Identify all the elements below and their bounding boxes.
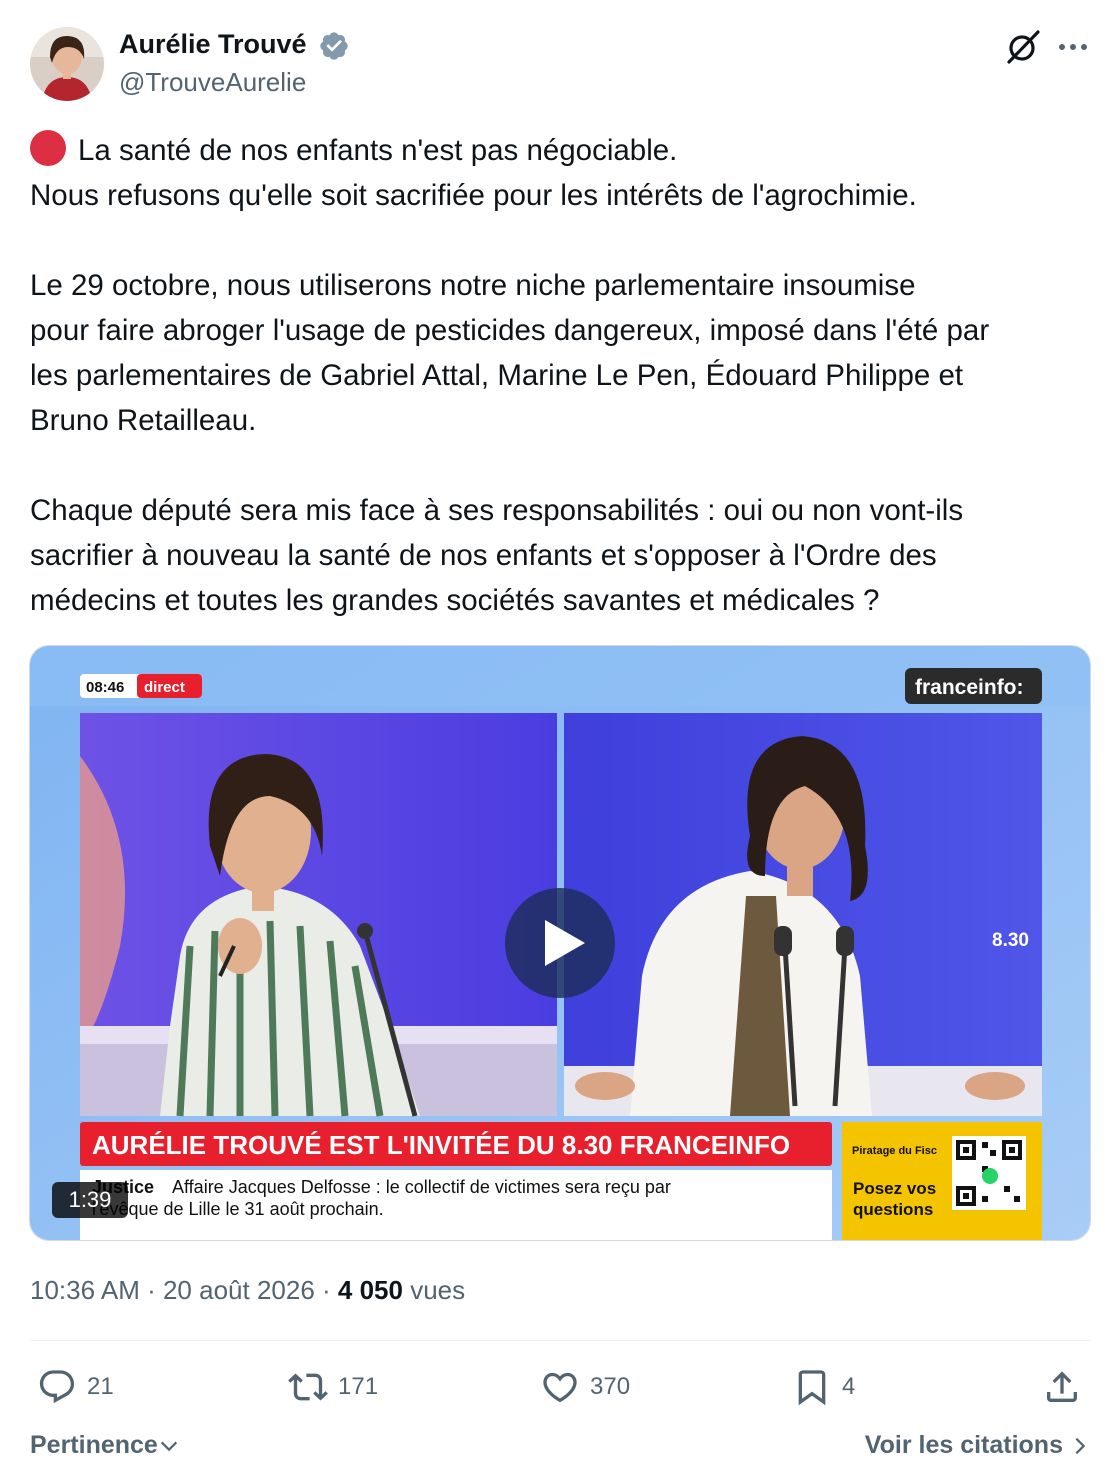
separator: · <box>139 1275 163 1305</box>
quotes-label: Voir les citations <box>864 1431 1063 1459</box>
like-count: 370 <box>590 1373 631 1400</box>
reply-count: 21 <box>87 1373 114 1400</box>
reply-icon <box>39 1370 75 1404</box>
bookmark-count: 4 <box>842 1373 856 1400</box>
sort-dropdown[interactable]: Pertinence <box>30 1431 180 1460</box>
heart-icon <box>543 1372 577 1403</box>
program-label: 8.30 <box>992 930 1029 951</box>
grok-icon[interactable] <box>1004 28 1042 66</box>
video-banner: AURÉLIE TROUVÉ EST L'INVITÉE DU 8.30 FRA… <box>92 1130 790 1160</box>
share-icon <box>1047 1371 1077 1402</box>
tweet-line-text: La santé de nos enfants n'est pas négoci… <box>78 134 678 167</box>
tweet-line: Nous refusons qu'elle soit sacrifiée pou… <box>30 179 917 212</box>
play-icon <box>545 920 585 966</box>
chevron-down-icon <box>160 1441 177 1451</box>
video-duration: 1:39 <box>52 1182 128 1218</box>
tweet-meta: 10:36 AM · 20 août 2026 · 4 050 vues <box>30 1275 465 1306</box>
promo-text-1: Posez vos <box>853 1179 936 1198</box>
red-circle-icon <box>30 130 66 166</box>
divider <box>30 1340 1091 1341</box>
video-live-label: direct <box>144 679 185 696</box>
tweet-time[interactable]: 10:36 AM <box>30 1275 140 1305</box>
reply-button[interactable]: 21 <box>37 1366 114 1408</box>
views-label: vues <box>402 1275 466 1305</box>
chevron-right-icon <box>1075 1437 1086 1454</box>
like-button[interactable]: 370 <box>540 1366 630 1408</box>
ticker-line-1: Affaire Jacques Delfosse : le collectif … <box>172 1177 671 1197</box>
share-button[interactable] <box>1042 1366 1082 1408</box>
more-options-icon[interactable] <box>1056 33 1090 61</box>
promo-text-2: questions <box>853 1200 933 1219</box>
views-count: 4 050 <box>337 1275 403 1305</box>
author-name[interactable]: Aurélie Trouvé <box>119 29 307 60</box>
tweet-line: pour faire abroger l'usage de pesticides… <box>30 314 990 347</box>
verified-badge-icon <box>318 30 350 62</box>
separator: · <box>314 1275 338 1305</box>
tweet-line: La santé de nos enfants n'est pas négoci… <box>30 128 1095 173</box>
channel-logo: franceinfo: <box>915 676 1024 699</box>
tweet-line: Le 29 octobre, nous utiliserons notre ni… <box>30 269 916 302</box>
bookmark-icon <box>798 1370 826 1406</box>
author-handle[interactable]: @TrouveAurelie <box>119 67 306 98</box>
promo-small-text: Piratage du Fisc <box>852 1145 937 1157</box>
repost-icon <box>288 1373 328 1401</box>
sort-label: Pertinence <box>30 1431 158 1459</box>
tweet-text: La santé de nos enfants n'est pas négoci… <box>30 128 1095 623</box>
video-time: 08:46 <box>86 679 124 696</box>
avatar[interactable] <box>30 27 104 101</box>
play-button[interactable] <box>505 888 615 998</box>
ticker-line-2: l'évêque de Lille le 31 août prochain. <box>92 1199 384 1219</box>
view-quotes-link[interactable]: Voir les citations <box>865 1431 1091 1460</box>
qr-code-icon <box>952 1136 1026 1210</box>
tweet-line: Bruno Retailleau. <box>30 404 257 437</box>
tweet-date[interactable]: 20 août 2026 <box>163 1275 315 1305</box>
tweet-line: médecins et toutes les grandes sociétés … <box>30 584 880 617</box>
repost-count: 171 <box>338 1373 379 1400</box>
tweet-line: Chaque député sera mis face à ses respon… <box>30 494 964 527</box>
tweet-line: les parlementaires de Gabriel Attal, Mar… <box>30 359 964 392</box>
tweet-line: sacrifier à nouveau la santé de nos enfa… <box>30 539 937 572</box>
repost-button[interactable]: 171 <box>288 1366 378 1408</box>
bookmark-button[interactable]: 4 <box>792 1366 855 1408</box>
